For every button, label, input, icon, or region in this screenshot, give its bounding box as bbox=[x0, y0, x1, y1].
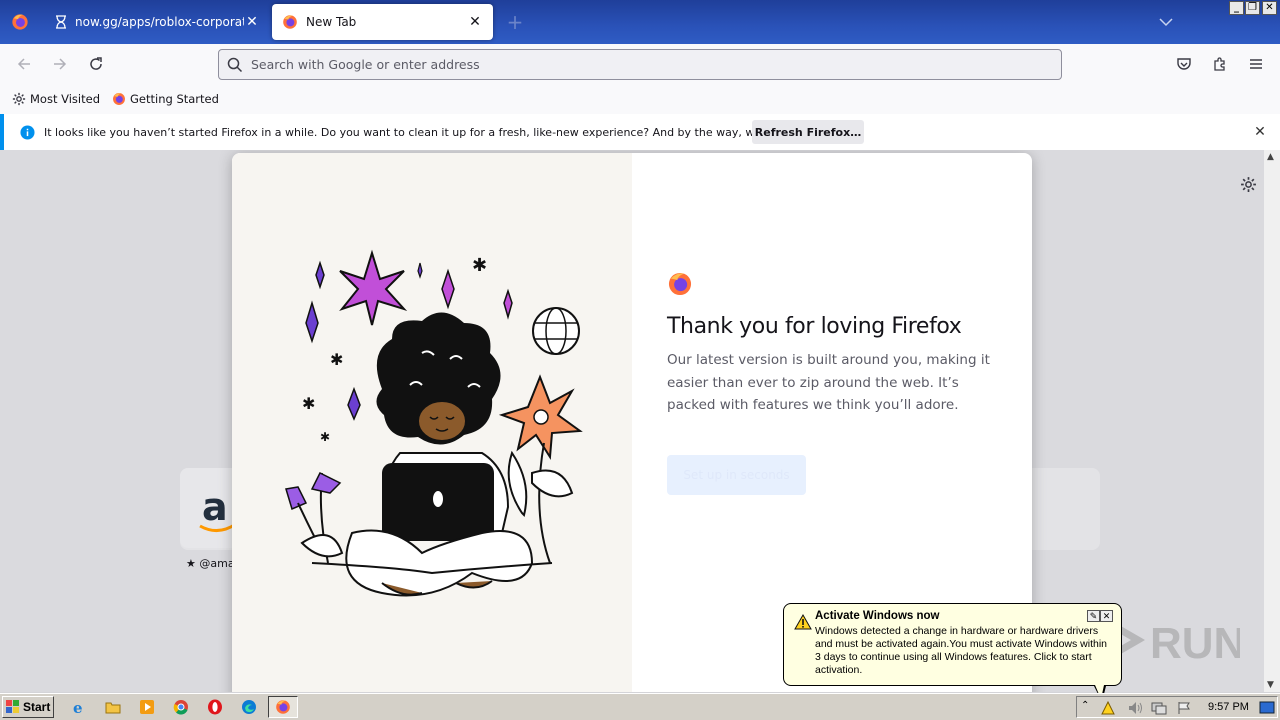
taskbar-explorer[interactable] bbox=[104, 698, 122, 716]
bookmark-label: Most Visited bbox=[30, 92, 100, 106]
firefox-icon bbox=[12, 14, 28, 30]
flag-icon[interactable] bbox=[1177, 701, 1191, 715]
hourglass-icon bbox=[56, 15, 66, 29]
gear-icon bbox=[1241, 177, 1256, 192]
tab-strip: now.gg/apps/roblox-corporation/5 ✕ New T… bbox=[0, 0, 1280, 44]
dialog-text-panel: Thank you for loving Firefox Our latest … bbox=[667, 271, 1007, 495]
firefox-icon bbox=[113, 93, 125, 105]
dialog-title: Thank you for loving Firefox bbox=[667, 314, 962, 339]
setup-button[interactable]: Set up in seconds bbox=[667, 454, 806, 495]
svg-text:a: a bbox=[202, 485, 228, 529]
balloon-options-icon[interactable]: ✎ bbox=[1087, 610, 1100, 622]
person-with-laptop-illustration: ✱ ✱ ✱ ✱ bbox=[285, 249, 583, 597]
network-icon[interactable] bbox=[1151, 701, 1167, 715]
ie-icon: e bbox=[73, 699, 83, 715]
warning-icon bbox=[794, 614, 812, 630]
restore-button[interactable]: ❐ bbox=[1245, 1, 1260, 15]
minimize-button[interactable]: _ bbox=[1229, 1, 1244, 15]
svg-text:e: e bbox=[73, 699, 83, 715]
bookmark-most-visited[interactable]: Most Visited bbox=[12, 92, 100, 106]
chrome-icon bbox=[173, 700, 188, 715]
firefox-icon bbox=[276, 700, 290, 714]
close-window-button[interactable]: ✕ bbox=[1262, 1, 1277, 15]
notification-message: It looks like you haven’t started Firefo… bbox=[44, 125, 829, 139]
pocket-icon bbox=[1177, 58, 1191, 70]
volume-icon[interactable] bbox=[1127, 701, 1143, 715]
bookmarks-toolbar: Most Visited Getting Started bbox=[0, 84, 1280, 114]
tab-title: now.gg/apps/roblox-corporation/5 bbox=[75, 15, 244, 29]
amazon-logo: a bbox=[199, 485, 237, 532]
search-icon bbox=[227, 57, 243, 72]
taskbar-media-player[interactable] bbox=[138, 698, 156, 716]
media-player-icon bbox=[140, 700, 154, 714]
illustration-panel: ✱ ✱ ✱ ✱ bbox=[232, 153, 632, 692]
reload-icon bbox=[90, 57, 102, 70]
top-site-tile-amazon[interactable]: a bbox=[180, 468, 240, 548]
vertical-scrollbar[interactable]: ▲ ▼ bbox=[1264, 150, 1280, 692]
scroll-down-icon[interactable]: ▼ bbox=[1267, 680, 1274, 690]
taskbar-firefox-active[interactable] bbox=[268, 696, 298, 718]
gear-icon bbox=[12, 92, 26, 106]
close-tab-icon[interactable]: ✕ bbox=[467, 14, 483, 30]
edge-icon bbox=[242, 700, 256, 714]
firefox-logo-icon bbox=[668, 272, 692, 296]
tab-roblox[interactable]: now.gg/apps/roblox-corporation/5 ✕ bbox=[45, 4, 270, 40]
firefox-view-button[interactable] bbox=[0, 0, 40, 44]
forward-button[interactable] bbox=[48, 52, 72, 76]
top-site-label: ★ @ama bbox=[186, 557, 235, 570]
scroll-up-icon[interactable]: ▲ bbox=[1267, 152, 1274, 162]
arrow-right-icon bbox=[54, 58, 67, 70]
refresh-firefox-button[interactable]: Refresh Firefox… bbox=[752, 120, 864, 144]
svg-text:✱: ✱ bbox=[472, 255, 487, 276]
folder-icon bbox=[105, 702, 121, 714]
balloon-close-icon[interactable]: ✕ bbox=[1100, 610, 1113, 622]
extensions-button[interactable] bbox=[1208, 52, 1232, 76]
refresh-notification-bar: It looks like you haven’t started Firefo… bbox=[0, 114, 1280, 150]
hamburger-icon bbox=[1250, 59, 1262, 69]
tab-title: New Tab bbox=[306, 15, 357, 29]
bookmark-getting-started[interactable]: Getting Started bbox=[112, 92, 219, 106]
show-desktop-icon[interactable] bbox=[1259, 701, 1275, 715]
pocket-button[interactable] bbox=[1172, 52, 1196, 76]
svg-text:✱: ✱ bbox=[302, 394, 315, 413]
chevron-down-icon bbox=[1159, 18, 1173, 27]
taskbar-chrome[interactable] bbox=[172, 698, 190, 716]
tab-new-tab[interactable]: New Tab ✕ bbox=[272, 4, 493, 40]
taskbar-opera[interactable] bbox=[206, 698, 224, 716]
activation-balloon[interactable]: Activate Windows now Windows detected a … bbox=[783, 603, 1122, 702]
back-button[interactable] bbox=[12, 52, 36, 76]
opera-icon bbox=[208, 699, 222, 715]
close-tab-icon[interactable]: ✕ bbox=[244, 14, 260, 30]
taskbar-ie[interactable]: e bbox=[70, 698, 88, 716]
puzzle-icon bbox=[1214, 57, 1225, 71]
dialog-body: Our latest version is built around you, … bbox=[667, 352, 990, 413]
address-bar[interactable] bbox=[218, 49, 1062, 80]
reload-button[interactable] bbox=[84, 52, 108, 76]
start-label: Start bbox=[23, 700, 51, 714]
balloon-text: Windows detected a change in hardware or… bbox=[815, 625, 1108, 676]
bookmark-label: Getting Started bbox=[130, 92, 219, 106]
firefox-icon bbox=[283, 15, 297, 29]
app-menu-button[interactable] bbox=[1244, 52, 1268, 76]
customize-button[interactable] bbox=[1240, 176, 1257, 196]
balloon-title: Activate Windows now bbox=[815, 610, 940, 622]
network-warning-icon[interactable] bbox=[1101, 701, 1115, 715]
info-icon bbox=[20, 124, 35, 140]
start-button[interactable]: Start bbox=[2, 696, 54, 718]
navigation-toolbar bbox=[0, 44, 1280, 84]
arrow-left-icon bbox=[17, 58, 30, 70]
windows-logo-icon bbox=[6, 700, 19, 713]
close-notification-icon[interactable]: ✕ bbox=[1252, 124, 1268, 140]
taskbar-edge[interactable] bbox=[240, 698, 258, 716]
list-all-tabs-button[interactable] bbox=[1156, 12, 1176, 32]
new-tab-button[interactable]: + bbox=[505, 12, 525, 32]
chevron-up-icon[interactable]: ⌃ bbox=[1081, 700, 1089, 711]
svg-text:✱: ✱ bbox=[330, 350, 343, 369]
svg-text:✱: ✱ bbox=[320, 430, 330, 444]
taskbar: Start e ⌃ 9:57 PM bbox=[0, 693, 1280, 720]
svg-text:RUN: RUN bbox=[1150, 619, 1240, 668]
taskbar-clock: 9:57 PM bbox=[1208, 701, 1249, 713]
url-input[interactable] bbox=[251, 57, 1061, 72]
